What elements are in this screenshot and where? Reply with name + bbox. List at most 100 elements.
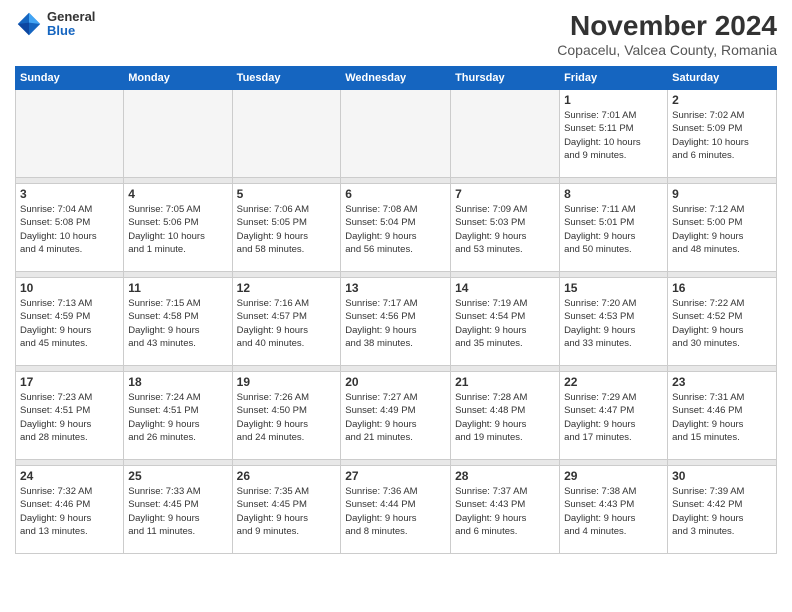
day-number: 12 [237,281,337,295]
day-info: Sunrise: 7:08 AM Sunset: 5:04 PM Dayligh… [345,203,446,256]
day-info: Sunrise: 7:27 AM Sunset: 4:49 PM Dayligh… [345,391,446,444]
calendar-cell: 3 Sunrise: 7:04 AM Sunset: 5:08 PM Daylig… [16,184,124,272]
day-info: Sunrise: 7:33 AM Sunset: 4:45 PM Dayligh… [128,485,227,538]
day-number: 22 [564,375,663,389]
day-number: 19 [237,375,337,389]
day-info: Sunrise: 7:28 AM Sunset: 4:48 PM Dayligh… [455,391,555,444]
calendar-cell: 13Sunrise: 7:17 AM Sunset: 4:56 PM Dayli… [341,278,451,366]
col-thursday: Thursday [451,67,560,90]
calendar-cell: 4 Sunrise: 7:05 AM Sunset: 5:06 PM Daylig… [124,184,232,272]
day-info: Sunrise: 7:38 AM Sunset: 4:43 PM Dayligh… [564,485,663,538]
col-sunday: Sunday [16,67,124,90]
day-number: 17 [20,375,119,389]
col-saturday: Saturday [668,67,777,90]
day-number: 15 [564,281,663,295]
day-info: Sunrise: 7:24 AM Sunset: 4:51 PM Dayligh… [128,391,227,444]
calendar-cell: 26Sunrise: 7:35 AM Sunset: 4:45 PM Dayli… [232,466,341,554]
day-number: 24 [20,469,119,483]
calendar-cell: 2 Sunrise: 7:02 AM Sunset: 5:09 PM Daylig… [668,90,777,178]
calendar-cell [341,90,451,178]
day-number: 8 [564,187,663,201]
day-info: Sunrise: 7:11 AM Sunset: 5:01 PM Dayligh… [564,203,663,256]
calendar-cell: 30 Sunrise: 7:39 AM Sunset: 4:42 PM Dayli… [668,466,777,554]
day-info: Sunrise: 7:36 AM Sunset: 4:44 PM Dayligh… [345,485,446,538]
calendar-cell: 27Sunrise: 7:36 AM Sunset: 4:44 PM Dayli… [341,466,451,554]
day-info: Sunrise: 7:09 AM Sunset: 5:03 PM Dayligh… [455,203,555,256]
day-number: 20 [345,375,446,389]
calendar-cell: 18 Sunrise: 7:24 AM Sunset: 4:51 PM Dayli… [124,372,232,460]
day-info: Sunrise: 7:32 AM Sunset: 4:46 PM Dayligh… [20,485,119,538]
day-number: 13 [345,281,446,295]
calendar-cell: 11 Sunrise: 7:15 AM Sunset: 4:58 PM Dayli… [124,278,232,366]
day-info: Sunrise: 7:13 AM Sunset: 4:59 PM Dayligh… [20,297,119,350]
calendar-cell: 14Sunrise: 7:19 AM Sunset: 4:54 PM Dayli… [451,278,560,366]
day-info: Sunrise: 7:39 AM Sunset: 4:42 PM Dayligh… [672,485,772,538]
calendar-cell: 5 Sunrise: 7:06 AM Sunset: 5:05 PM Daylig… [232,184,341,272]
calendar-cell: 1 Sunrise: 7:01 AM Sunset: 5:11 PM Daylig… [560,90,668,178]
calendar-header: Sunday Monday Tuesday Wednesday Thursday… [16,67,777,90]
day-info: Sunrise: 7:05 AM Sunset: 5:06 PM Dayligh… [128,203,227,256]
day-info: Sunrise: 7:26 AM Sunset: 4:50 PM Dayligh… [237,391,337,444]
day-number: 28 [455,469,555,483]
day-number: 5 [237,187,337,201]
day-number: 21 [455,375,555,389]
calendar-cell: 15Sunrise: 7:20 AM Sunset: 4:53 PM Dayli… [560,278,668,366]
day-number: 25 [128,469,227,483]
col-tuesday: Tuesday [232,67,341,90]
day-number: 30 [672,469,772,483]
calendar: Sunday Monday Tuesday Wednesday Thursday… [15,66,777,554]
day-info: Sunrise: 7:06 AM Sunset: 5:05 PM Dayligh… [237,203,337,256]
day-number: 11 [128,281,227,295]
day-info: Sunrise: 7:29 AM Sunset: 4:47 PM Dayligh… [564,391,663,444]
day-number: 1 [564,93,663,107]
day-info: Sunrise: 7:01 AM Sunset: 5:11 PM Dayligh… [564,109,663,162]
day-number: 3 [20,187,119,201]
day-info: Sunrise: 7:23 AM Sunset: 4:51 PM Dayligh… [20,391,119,444]
day-number: 4 [128,187,227,201]
day-info: Sunrise: 7:04 AM Sunset: 5:08 PM Dayligh… [20,203,119,256]
calendar-week-2: 3 Sunrise: 7:04 AM Sunset: 5:08 PM Daylig… [16,184,777,272]
location: Copacelu, Valcea County, Romania [557,42,777,58]
calendar-cell: 29Sunrise: 7:38 AM Sunset: 4:43 PM Dayli… [560,466,668,554]
col-monday: Monday [124,67,232,90]
calendar-body: 1 Sunrise: 7:01 AM Sunset: 5:11 PM Daylig… [16,90,777,554]
day-info: Sunrise: 7:12 AM Sunset: 5:00 PM Dayligh… [672,203,772,256]
col-friday: Friday [560,67,668,90]
day-info: Sunrise: 7:15 AM Sunset: 4:58 PM Dayligh… [128,297,227,350]
calendar-cell: 24 Sunrise: 7:32 AM Sunset: 4:46 PM Dayli… [16,466,124,554]
calendar-cell: 19 Sunrise: 7:26 AM Sunset: 4:50 PM Dayli… [232,372,341,460]
calendar-cell: 21 Sunrise: 7:28 AM Sunset: 4:48 PM Dayli… [451,372,560,460]
calendar-cell: 20 Sunrise: 7:27 AM Sunset: 4:49 PM Dayli… [341,372,451,460]
col-wednesday: Wednesday [341,67,451,90]
calendar-cell [232,90,341,178]
day-number: 6 [345,187,446,201]
calendar-cell: 16 Sunrise: 7:22 AM Sunset: 4:52 PM Dayli… [668,278,777,366]
day-info: Sunrise: 7:31 AM Sunset: 4:46 PM Dayligh… [672,391,772,444]
header-row: Sunday Monday Tuesday Wednesday Thursday… [16,67,777,90]
calendar-cell: 23Sunrise: 7:31 AM Sunset: 4:46 PM Dayli… [668,372,777,460]
calendar-cell: 12 Sunrise: 7:16 AM Sunset: 4:57 PM Dayli… [232,278,341,366]
calendar-cell: 17 Sunrise: 7:23 AM Sunset: 4:51 PM Dayli… [16,372,124,460]
calendar-cell: 10Sunrise: 7:13 AM Sunset: 4:59 PM Dayli… [16,278,124,366]
logo-general: General [47,10,95,24]
calendar-cell: 28 Sunrise: 7:37 AM Sunset: 4:43 PM Dayli… [451,466,560,554]
title-section: November 2024 Copacelu, Valcea County, R… [557,10,777,58]
day-info: Sunrise: 7:37 AM Sunset: 4:43 PM Dayligh… [455,485,555,538]
day-number: 18 [128,375,227,389]
day-number: 26 [237,469,337,483]
logo-blue: Blue [47,24,95,38]
day-number: 2 [672,93,772,107]
day-info: Sunrise: 7:02 AM Sunset: 5:09 PM Dayligh… [672,109,772,162]
day-info: Sunrise: 7:22 AM Sunset: 4:52 PM Dayligh… [672,297,772,350]
day-info: Sunrise: 7:16 AM Sunset: 4:57 PM Dayligh… [237,297,337,350]
day-info: Sunrise: 7:19 AM Sunset: 4:54 PM Dayligh… [455,297,555,350]
logo-text: General Blue [47,10,95,39]
calendar-cell [451,90,560,178]
day-number: 16 [672,281,772,295]
logo-icon [15,10,43,38]
calendar-cell: 6 Sunrise: 7:08 AM Sunset: 5:04 PM Daylig… [341,184,451,272]
header: General Blue November 2024 Copacelu, Val… [15,10,777,58]
calendar-week-5: 24 Sunrise: 7:32 AM Sunset: 4:46 PM Dayli… [16,466,777,554]
calendar-cell [16,90,124,178]
month-title: November 2024 [557,10,777,42]
